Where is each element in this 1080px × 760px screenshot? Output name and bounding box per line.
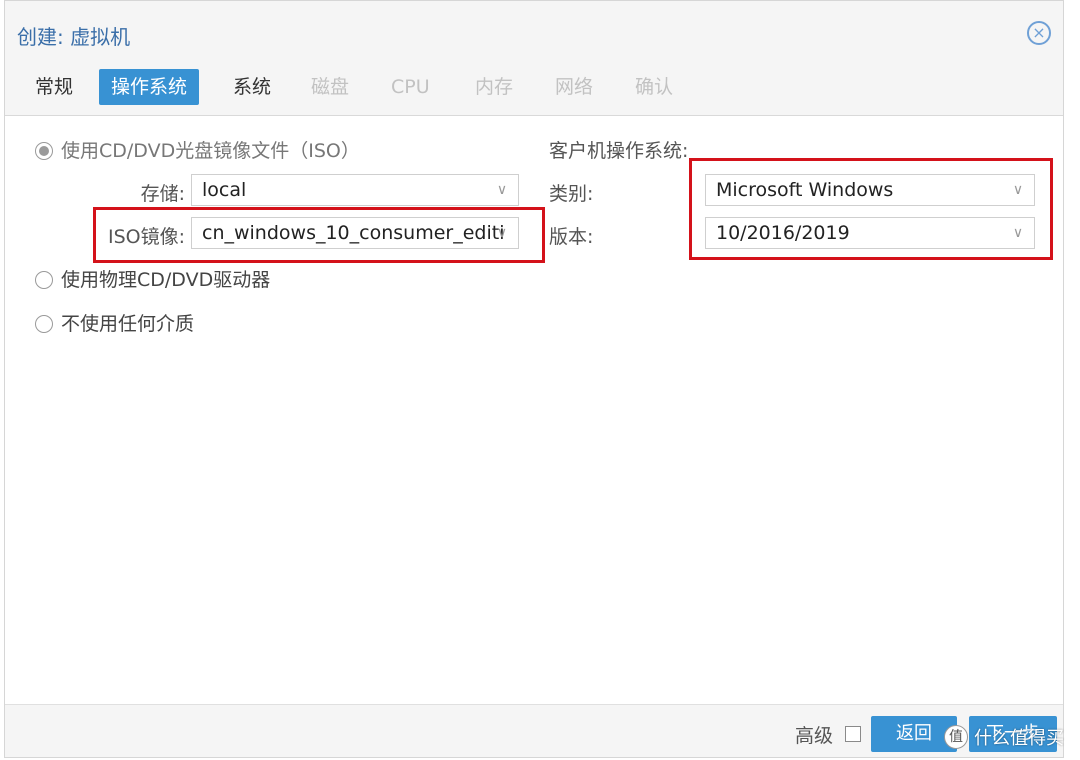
iso-option[interactable]: 使用CD/DVD光盘镜像文件（ISO） [35, 136, 360, 163]
os-type-label: 类别: [549, 183, 594, 205]
advanced-checkbox[interactable] [845, 726, 861, 742]
iso-option-label: 使用CD/DVD光盘镜像文件（ISO） [61, 140, 360, 162]
os-version-label: 版本: [549, 226, 594, 248]
storage-value: local [202, 179, 247, 201]
physical-drive-radio[interactable] [35, 271, 53, 289]
tab-confirm[interactable]: 确认 [623, 69, 685, 105]
no-media-label: 不使用任何介质 [61, 313, 195, 335]
storage-label: 存储: [140, 183, 185, 205]
tab-os[interactable]: 操作系统 [99, 69, 200, 105]
physical-drive-option[interactable]: 使用物理CD/DVD驱动器 [35, 265, 270, 292]
storage-select[interactable]: local ∨ [191, 174, 519, 206]
tab-memory[interactable]: 内存 [463, 69, 525, 105]
highlight-box-iso [93, 207, 545, 263]
tab-disk[interactable]: 磁盘 [299, 69, 361, 105]
watermark-text: 什么值得买 [974, 728, 1064, 749]
physical-drive-label: 使用物理CD/DVD驱动器 [61, 269, 271, 291]
watermark: 值 什么值得买 [944, 724, 1064, 750]
chevron-down-icon[interactable]: ∨ [494, 175, 510, 205]
os-panel: 使用CD/DVD光盘镜像文件（ISO） 存储: local ∨ ISO镜像: c… [5, 116, 1063, 705]
watermark-logo-icon: 值 [944, 725, 968, 749]
close-icon[interactable]: × [1027, 21, 1051, 45]
tab-system[interactable]: 系统 [221, 69, 283, 105]
tab-bar: 常规 操作系统 系统 磁盘 CPU 内存 网络 确认 [5, 65, 1063, 116]
guest-os-heading: 客户机操作系统: [549, 140, 689, 162]
tab-cpu[interactable]: CPU [379, 69, 442, 105]
highlight-box-os [689, 158, 1053, 260]
dialog-footer: 高级 返回 下一步 [5, 704, 1063, 757]
no-media-radio[interactable] [35, 315, 53, 333]
window-title: 创建: 虚拟机 [17, 25, 131, 49]
iso-radio[interactable] [35, 142, 53, 160]
advanced-label: 高级 [795, 725, 834, 747]
tab-general[interactable]: 常规 [23, 69, 85, 105]
no-media-option[interactable]: 不使用任何介质 [35, 309, 194, 336]
title-bar: 创建: 虚拟机 × [5, 1, 1063, 65]
tab-network[interactable]: 网络 [543, 69, 605, 105]
create-vm-dialog: 创建: 虚拟机 × 常规 操作系统 系统 磁盘 CPU 内存 网络 确认 使用C… [4, 0, 1064, 758]
